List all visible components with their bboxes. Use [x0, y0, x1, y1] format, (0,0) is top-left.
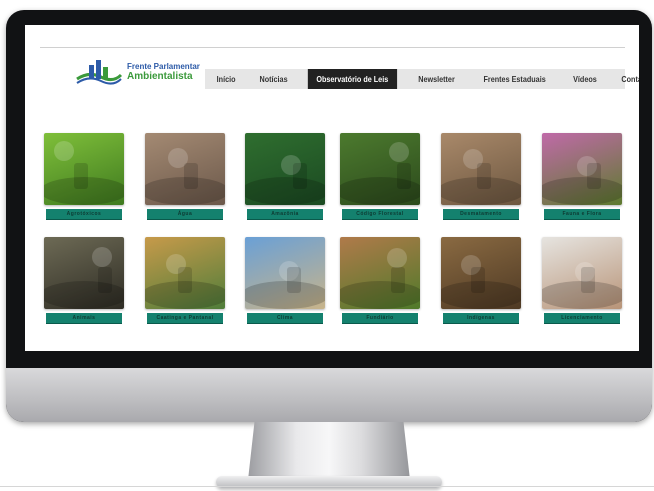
- forest-image[interactable]: [340, 133, 420, 205]
- cut-logs-image[interactable]: [441, 133, 521, 205]
- hummingbird-flower-image[interactable]: [542, 133, 622, 205]
- main-nav: Início Notícias Observatório de Leis Newsle…: [205, 69, 639, 89]
- monitor-chin: [6, 368, 652, 422]
- hands-cracked-earth-image[interactable]: [145, 133, 225, 205]
- tree-climate-image[interactable]: [245, 237, 325, 309]
- nav-item-4[interactable]: Frentes Estaduais: [475, 69, 554, 89]
- topic-label[interactable]: Clima: [247, 313, 323, 324]
- header-top-line: [40, 47, 625, 48]
- nav-item-3[interactable]: Newsletter: [410, 69, 464, 89]
- topic-label[interactable]: Água: [147, 209, 223, 220]
- topic-tile[interactable]: Desmatamento: [441, 133, 521, 220]
- logo-mark-icon: [75, 57, 123, 87]
- farmland-image[interactable]: [340, 237, 420, 309]
- topic-label[interactable]: Amazônia: [247, 209, 323, 220]
- topic-label[interactable]: Código Florestal: [342, 209, 418, 220]
- nav-item-1[interactable]: Notícias: [251, 69, 296, 89]
- topic-label[interactable]: Indígenas: [443, 313, 519, 324]
- topic-tile[interactable]: Agrotóxicos: [44, 133, 124, 220]
- clipboard-writing-image[interactable]: [542, 237, 622, 309]
- website-screen: Frente Parlamentar Ambientalista Início N…: [25, 25, 639, 351]
- topic-tile[interactable]: Indígenas: [441, 237, 521, 324]
- topic-label[interactable]: Caatinga e Pantanal: [147, 313, 223, 324]
- topic-tile[interactable]: Fundiário: [340, 237, 420, 324]
- topic-label[interactable]: Agrotóxicos: [46, 209, 122, 220]
- topic-tile[interactable]: Código Florestal: [340, 133, 420, 220]
- topic-label[interactable]: Desmatamento: [443, 209, 519, 220]
- nav-item-0[interactable]: Início: [208, 69, 244, 89]
- crop-field-image[interactable]: [44, 133, 124, 205]
- logo-line2: Ambientalista: [127, 70, 193, 82]
- topic-tile[interactable]: Caatinga e Pantanal: [145, 237, 225, 324]
- topic-label[interactable]: Licenciamento: [544, 313, 620, 324]
- topic-tile[interactable]: Fauna e Flora: [542, 133, 622, 220]
- topic-tile[interactable]: Licenciamento: [542, 237, 622, 324]
- monitor-stand-neck: [248, 422, 410, 480]
- jaguar-image[interactable]: [44, 237, 124, 309]
- topic-label[interactable]: Fauna e Flora: [544, 209, 620, 220]
- topic-tile[interactable]: Amazônia: [245, 133, 325, 220]
- topic-label[interactable]: Fundiário: [342, 313, 418, 324]
- topic-tile[interactable]: Animais: [44, 237, 124, 324]
- topic-tile[interactable]: Água: [145, 133, 225, 220]
- logo-text: Frente Parlamentar Ambientalista: [127, 61, 200, 82]
- logo-line1: Frente Parlamentar: [127, 61, 200, 71]
- wetland-cactus-image[interactable]: [145, 237, 225, 309]
- nav-item-2[interactable]: Observatório de Leis: [308, 69, 398, 89]
- site-logo[interactable]: Frente Parlamentar Ambientalista: [75, 55, 200, 89]
- topic-label[interactable]: Animais: [46, 313, 122, 324]
- nav-item-6[interactable]: Contato: [613, 69, 639, 89]
- topic-tile[interactable]: Clima: [245, 237, 325, 324]
- nav-item-5[interactable]: Vídeos: [565, 69, 606, 89]
- floor-line: [0, 486, 654, 487]
- river-forest-image[interactable]: [245, 133, 325, 205]
- indigenous-person-image[interactable]: [441, 237, 521, 309]
